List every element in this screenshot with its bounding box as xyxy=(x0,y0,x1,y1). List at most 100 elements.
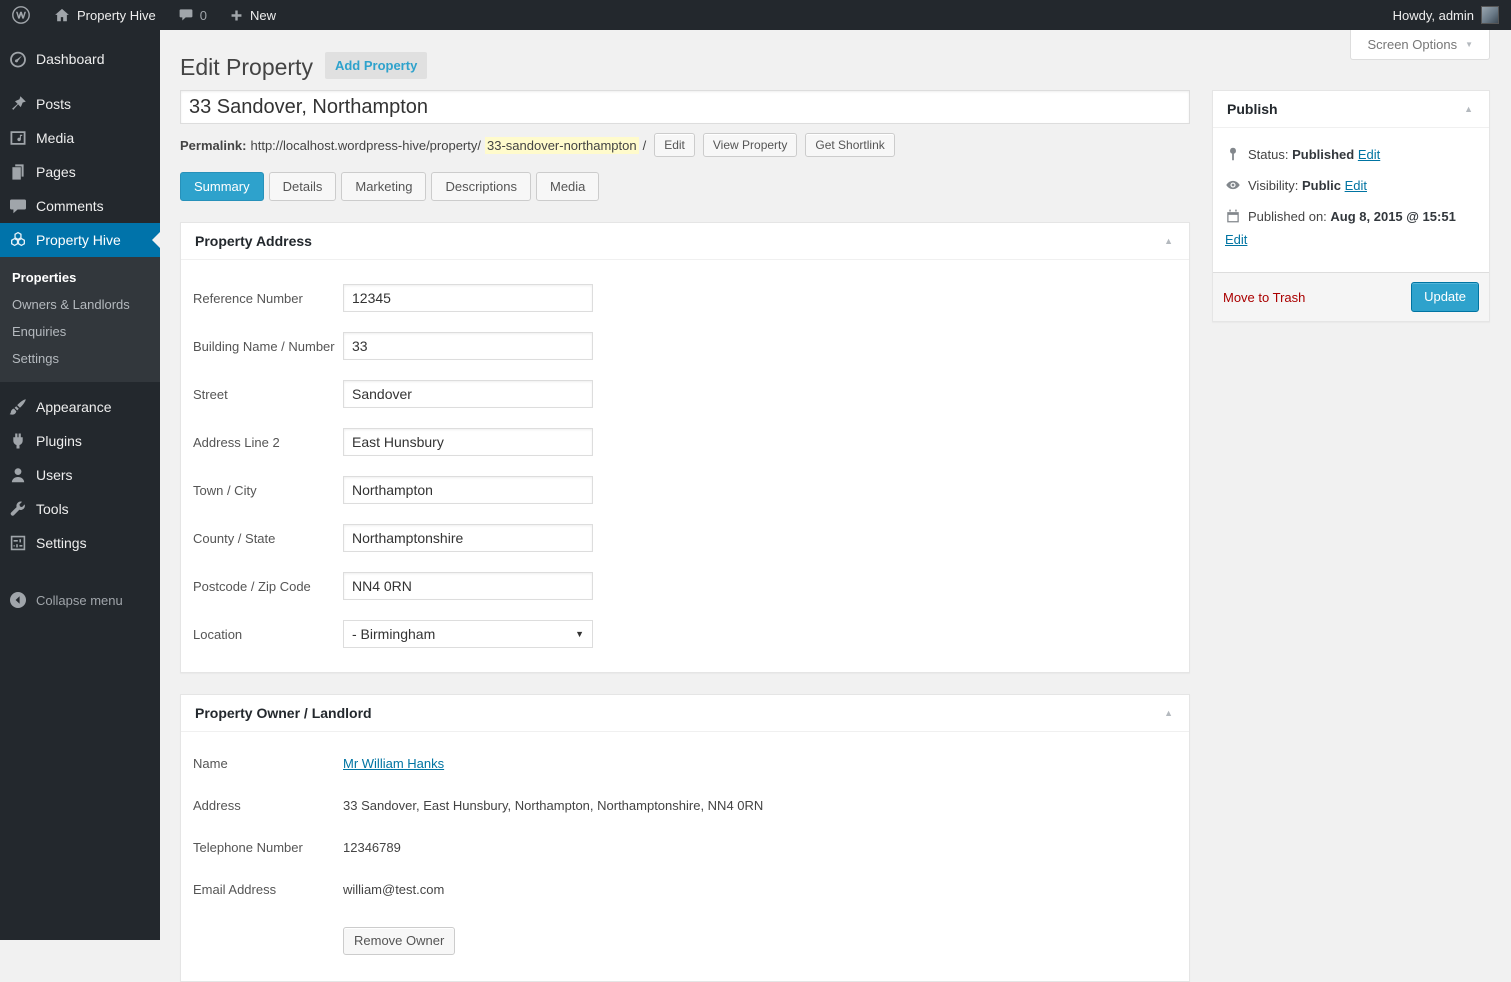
plug-icon xyxy=(8,431,28,451)
tab-details[interactable]: Details xyxy=(269,172,337,201)
get-shortlink-button[interactable]: Get Shortlink xyxy=(805,133,894,157)
new-label: New xyxy=(250,8,276,23)
howdy-text: Howdy, admin xyxy=(1393,8,1474,23)
remove-owner-button[interactable]: Remove Owner xyxy=(343,927,455,955)
property-hive-icon xyxy=(8,230,28,250)
admin-bar: Property Hive 0 New Howdy, admin xyxy=(0,0,1511,30)
publish-title: Publish xyxy=(1227,101,1278,117)
owner-email-label: Email Address xyxy=(193,882,343,897)
move-to-trash-link[interactable]: Move to Trash xyxy=(1223,290,1305,305)
comments-bubble-menu[interactable]: 0 xyxy=(167,0,218,30)
location-selected-value: - Birmingham xyxy=(352,626,435,642)
site-name-label: Property Hive xyxy=(77,8,156,23)
published-on-label: Published on: xyxy=(1248,209,1327,224)
submenu-item-properties[interactable]: Properties xyxy=(0,264,160,291)
view-property-button[interactable]: View Property xyxy=(703,133,797,157)
tab-summary[interactable]: Summary xyxy=(180,172,264,201)
new-content-menu[interactable]: New xyxy=(218,0,287,30)
owner-name-link[interactable]: Mr William Hanks xyxy=(343,756,444,771)
add-property-button[interactable]: Add Property xyxy=(325,52,427,79)
sidebar-item-label: Users xyxy=(36,467,73,483)
pushpin-icon xyxy=(8,94,28,114)
edit-permalink-button[interactable]: Edit xyxy=(654,133,695,157)
submenu-item-enquiries[interactable]: Enquiries xyxy=(0,318,160,345)
property-title-input[interactable] xyxy=(180,90,1190,124)
status-value: Published xyxy=(1292,147,1354,162)
comments-icon xyxy=(8,196,28,216)
chevron-down-icon: ▼ xyxy=(1465,40,1473,49)
media-icon xyxy=(8,128,28,148)
reference-number-input[interactable] xyxy=(343,284,593,312)
permalink-base-url: http://localhost.wordpress-hive/property… xyxy=(250,138,481,153)
sidebar-item-label: Appearance xyxy=(36,399,112,415)
sidebar-item-tools[interactable]: Tools xyxy=(0,492,160,526)
sidebar-item-appearance[interactable]: Appearance xyxy=(0,390,160,424)
paintbrush-icon xyxy=(8,397,28,417)
admin-sidebar: Dashboard Posts Media xyxy=(0,30,160,940)
sidebar-item-users[interactable]: Users xyxy=(0,458,160,492)
sidebar-item-dashboard[interactable]: Dashboard xyxy=(0,42,160,76)
location-select[interactable]: - Birmingham ▼ xyxy=(343,620,593,648)
postcode-input[interactable] xyxy=(343,572,593,600)
home-icon xyxy=(53,6,71,24)
building-name-input[interactable] xyxy=(343,332,593,360)
published-on-value: Aug 8, 2015 @ 15:51 xyxy=(1330,209,1455,224)
sidebar-item-media[interactable]: Media xyxy=(0,121,160,155)
postcode-label: Postcode / Zip Code xyxy=(193,579,343,594)
visibility-value: Public xyxy=(1302,178,1341,193)
screen-options-label: Screen Options xyxy=(1367,37,1457,52)
owner-address-value: 33 Sandover, East Hunsbury, Northampton,… xyxy=(343,798,763,813)
page-title: Edit Property xyxy=(180,52,313,82)
sidebar-item-posts[interactable]: Posts xyxy=(0,87,160,121)
sidebar-item-label: Dashboard xyxy=(36,51,105,67)
collapse-panel-icon[interactable]: ▲ xyxy=(1462,104,1475,114)
sidebar-item-label: Media xyxy=(36,130,74,146)
collapse-panel-icon[interactable]: ▲ xyxy=(1162,236,1175,246)
publish-box: Publish ▲ xyxy=(1212,90,1490,322)
address-line-2-label: Address Line 2 xyxy=(193,435,343,450)
tab-media[interactable]: Media xyxy=(536,172,599,201)
wordpress-logo-menu[interactable] xyxy=(0,0,42,30)
content-area: Screen Options ▼ Edit Property Add Prope… xyxy=(160,30,1511,940)
sidebar-item-label: Comments xyxy=(36,198,104,214)
collapse-menu-button[interactable]: Collapse menu xyxy=(0,583,160,617)
account-menu[interactable]: Howdy, admin xyxy=(1381,0,1511,30)
update-button[interactable]: Update xyxy=(1411,282,1479,312)
sidebar-item-property-hive[interactable]: Property Hive xyxy=(0,223,160,257)
sidebar-item-label: Settings xyxy=(36,535,87,551)
submenu-item-settings[interactable]: Settings xyxy=(0,345,160,372)
comment-bubble-icon xyxy=(178,7,194,23)
collapse-panel-icon[interactable]: ▲ xyxy=(1162,708,1175,718)
sidebar-item-plugins[interactable]: Plugins xyxy=(0,424,160,458)
sidebar-item-pages[interactable]: Pages xyxy=(0,155,160,189)
address-line-2-input[interactable] xyxy=(343,428,593,456)
property-hive-submenu: Properties Owners & Landlords Enquiries … xyxy=(0,257,160,382)
county-state-input[interactable] xyxy=(343,524,593,552)
edit-published-date-link[interactable]: Edit xyxy=(1225,231,1247,248)
user-icon xyxy=(8,465,28,485)
post-status-pin-icon xyxy=(1225,146,1241,162)
sidebar-item-label: Posts xyxy=(36,96,71,112)
screen-options-tab[interactable]: Screen Options ▼ xyxy=(1350,30,1490,60)
town-city-input[interactable] xyxy=(343,476,593,504)
tab-marketing[interactable]: Marketing xyxy=(341,172,426,201)
reference-number-label: Reference Number xyxy=(193,291,343,306)
street-label: Street xyxy=(193,387,343,402)
permalink-label: Permalink: xyxy=(180,138,246,153)
submenu-item-owners-landlords[interactable]: Owners & Landlords xyxy=(0,291,160,318)
street-input[interactable] xyxy=(343,380,593,408)
collapse-arrow-icon xyxy=(8,590,28,610)
building-name-label: Building Name / Number xyxy=(193,339,343,354)
plus-icon xyxy=(229,8,244,23)
owner-phone-label: Telephone Number xyxy=(193,840,343,855)
site-name-menu[interactable]: Property Hive xyxy=(42,0,167,30)
tab-descriptions[interactable]: Descriptions xyxy=(431,172,531,201)
edit-visibility-link[interactable]: Edit xyxy=(1345,178,1367,193)
county-state-label: County / State xyxy=(193,531,343,546)
sidebar-item-settings[interactable]: Settings xyxy=(0,526,160,560)
sidebar-item-comments[interactable]: Comments xyxy=(0,189,160,223)
edit-status-link[interactable]: Edit xyxy=(1358,147,1380,162)
permalink-slug: 33-sandover-northampton xyxy=(485,137,639,154)
owner-name-label: Name xyxy=(193,756,343,771)
town-city-label: Town / City xyxy=(193,483,343,498)
